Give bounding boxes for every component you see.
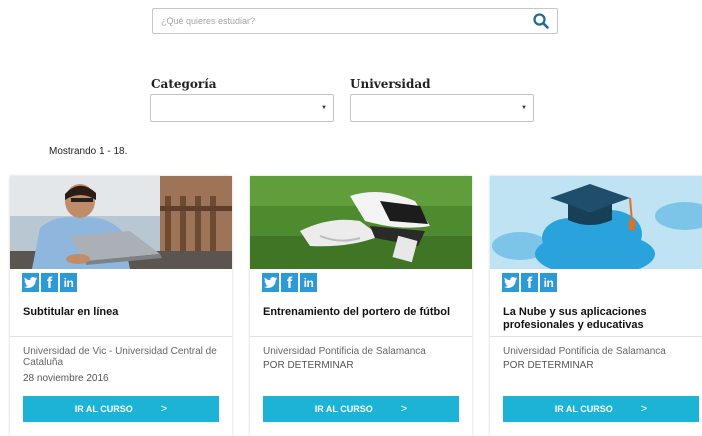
linkedin-icon[interactable]: in	[300, 273, 317, 292]
go-to-course-button[interactable]: IR AL CURSO >	[263, 396, 459, 422]
button-label: IR AL CURSO	[554, 404, 613, 414]
category-label: Categoría	[151, 77, 217, 91]
results-count: Mostrando 1 - 18.	[49, 146, 128, 157]
course-card: f in Subtitular en línea Universidad de …	[10, 176, 232, 436]
course-title[interactable]: Entrenamiento del portero de fútbol	[263, 306, 463, 319]
twitter-icon[interactable]	[262, 273, 279, 292]
facebook-icon[interactable]: f	[41, 273, 58, 292]
button-label: IR AL CURSO	[314, 404, 373, 414]
go-to-course-button[interactable]: IR AL CURSO >	[503, 396, 699, 422]
course-university: Universidad de Vic - Universidad Central…	[23, 346, 217, 368]
facebook-icon[interactable]: f	[521, 273, 538, 292]
linkedin-icon[interactable]: in	[540, 273, 557, 292]
course-title[interactable]: La Nube y sus aplicaciones profesionales…	[503, 306, 702, 332]
divider	[490, 336, 702, 337]
course-image[interactable]	[250, 176, 472, 269]
chevron-right-icon: >	[640, 403, 648, 415]
search-input[interactable]	[153, 9, 523, 33]
course-card: f in La Nube y sus aplicaciones profesio…	[490, 176, 702, 436]
chevron-down-icon: ▼	[321, 105, 327, 111]
search-button[interactable]	[531, 12, 551, 30]
twitter-icon[interactable]	[22, 273, 39, 292]
divider	[10, 336, 232, 337]
social-share-bar: f in	[22, 273, 77, 292]
twitter-icon[interactable]	[502, 273, 519, 292]
course-date: 28 noviembre 2016	[23, 373, 109, 384]
linkedin-icon[interactable]: in	[60, 273, 77, 292]
go-to-course-button[interactable]: IR AL CURSO >	[23, 396, 219, 422]
university-select[interactable]: ▼	[350, 94, 534, 122]
university-label: Universidad	[350, 77, 431, 91]
social-share-bar: f in	[262, 273, 317, 292]
course-university: Universidad Pontificia de Salamanca	[263, 346, 426, 357]
search-bar	[152, 8, 558, 34]
category-select[interactable]: ▼	[150, 94, 334, 122]
course-image[interactable]	[490, 176, 702, 269]
course-image[interactable]	[10, 176, 232, 269]
course-university: Universidad Pontificia de Salamanca	[503, 346, 666, 357]
course-date: POR DETERMINAR	[503, 360, 594, 371]
search-icon	[533, 13, 549, 29]
social-share-bar: f in	[502, 273, 557, 292]
chevron-right-icon: >	[160, 403, 168, 415]
button-label: IR AL CURSO	[74, 404, 133, 414]
facebook-icon[interactable]: f	[281, 273, 298, 292]
chevron-down-icon: ▼	[521, 105, 527, 111]
divider	[250, 336, 472, 337]
chevron-right-icon: >	[400, 403, 408, 415]
course-card: f in Entrenamiento del portero de fútbol…	[250, 176, 472, 436]
course-title[interactable]: Subtitular en línea	[23, 306, 223, 319]
course-date: POR DETERMINAR	[263, 360, 354, 371]
